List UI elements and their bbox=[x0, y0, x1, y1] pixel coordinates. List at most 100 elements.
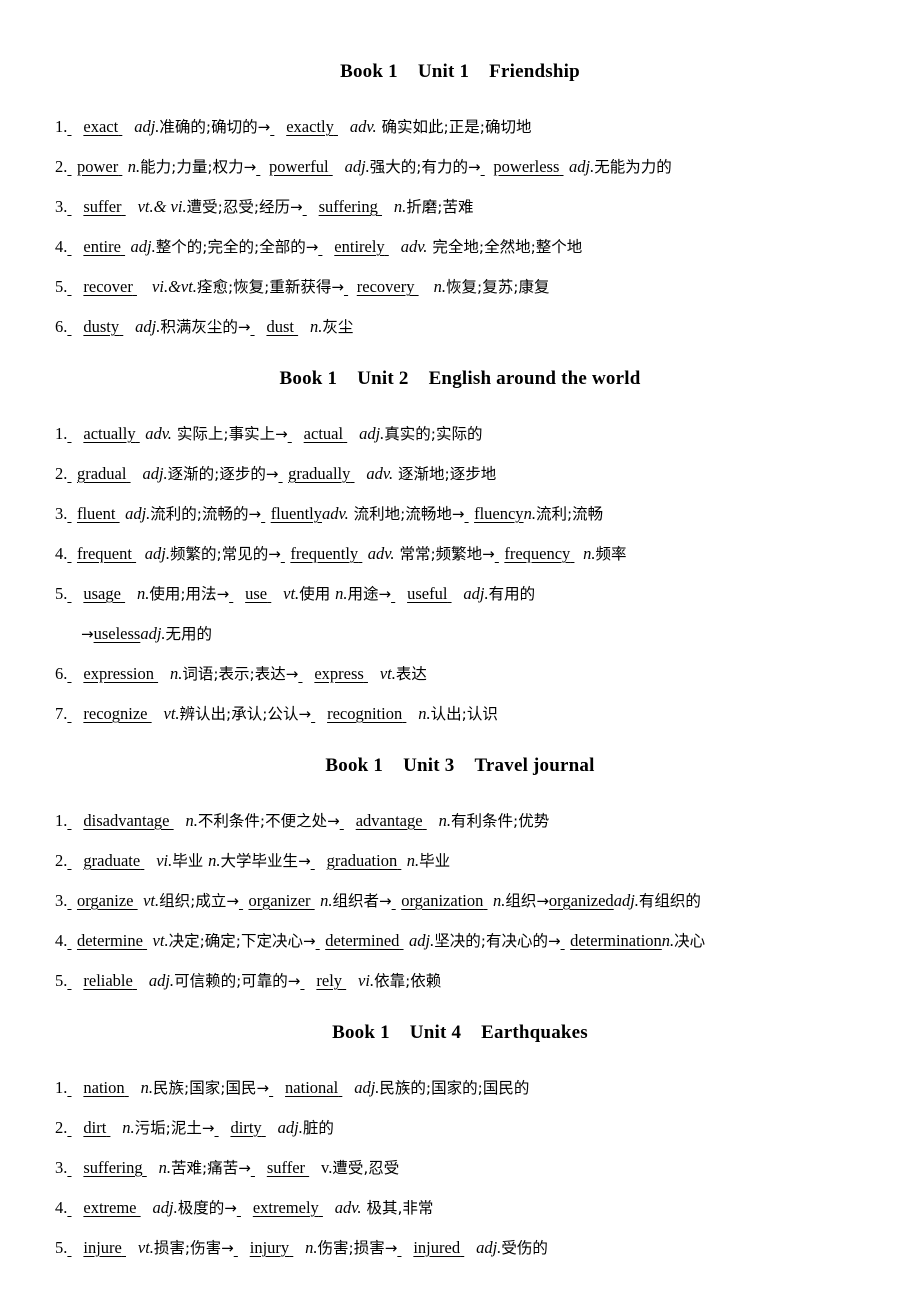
answer-blank[interactable]: recover bbox=[83, 277, 132, 296]
answer-blank[interactable]: rely bbox=[316, 971, 342, 990]
chinese-gloss: 毕业 bbox=[419, 851, 451, 870]
answer-blank[interactable]: frequency bbox=[504, 544, 570, 563]
blank-rule-left bbox=[214, 1108, 230, 1148]
answer-blank[interactable]: recognize bbox=[83, 704, 147, 723]
part-of-speech: vt. bbox=[143, 890, 160, 910]
heading-spacer bbox=[55, 777, 865, 801]
blank-rule-left bbox=[261, 494, 271, 534]
answer-blank[interactable]: actually bbox=[83, 424, 135, 443]
blank-rule-left bbox=[340, 801, 356, 841]
entry-number: 1. bbox=[55, 116, 68, 136]
word-entry: 4. entire adj.整个的;完全的;全部的→ entirely adv.… bbox=[55, 227, 865, 267]
chinese-gloss: 流利;流畅 bbox=[535, 504, 604, 523]
answer-blank[interactable]: dusty bbox=[83, 317, 119, 336]
answer-blank[interactable]: advantage bbox=[356, 811, 423, 830]
blank-rule-left bbox=[67, 921, 77, 961]
derivation-arrow-icon: → bbox=[378, 584, 392, 603]
blank-rule-right bbox=[119, 307, 135, 347]
chinese-gloss: 不利条件;不便之处 bbox=[197, 811, 328, 830]
answer-blank[interactable]: gradually bbox=[288, 464, 350, 483]
answer-blank[interactable]: fluently bbox=[271, 504, 322, 523]
answer-blank[interactable]: national bbox=[285, 1078, 338, 1097]
answer-blank[interactable]: injured bbox=[413, 1238, 460, 1257]
blank-rule-left bbox=[67, 881, 77, 921]
part-of-speech: adj. bbox=[152, 1197, 178, 1217]
heading-spacer bbox=[55, 390, 865, 414]
answer-blank[interactable]: suffering bbox=[319, 197, 378, 216]
chinese-gloss: 使用;用法 bbox=[149, 584, 217, 603]
answer-blank[interactable]: nation bbox=[83, 1078, 124, 1097]
derivation-arrow-icon: → bbox=[451, 504, 465, 523]
answer-blank[interactable]: usage bbox=[83, 584, 121, 603]
derivation-arrow-icon: → bbox=[221, 1238, 234, 1257]
entry-number: 4. bbox=[55, 236, 68, 256]
chinese-gloss: 使用 bbox=[299, 584, 336, 603]
part-of-speech: n. bbox=[661, 930, 675, 950]
answer-blank[interactable]: recognition bbox=[327, 704, 402, 723]
blank-rule-left bbox=[270, 107, 286, 147]
answer-blank[interactable]: useful bbox=[407, 584, 447, 603]
derivation-arrow-icon: → bbox=[547, 931, 561, 950]
part-of-speech: adj. bbox=[135, 316, 161, 336]
answer-blank[interactable]: powerless bbox=[493, 157, 559, 176]
blank-rule-left bbox=[397, 1228, 413, 1268]
chinese-gloss: 准确的;确切的 bbox=[159, 117, 258, 136]
answer-blank[interactable]: dust bbox=[266, 317, 294, 336]
answer-blank[interactable]: useless bbox=[94, 624, 141, 643]
answer-blank[interactable]: injure bbox=[83, 1238, 122, 1257]
blank-rule-right bbox=[319, 1188, 335, 1228]
answer-blank[interactable]: frequent bbox=[77, 544, 132, 563]
answer-blank[interactable]: fluency bbox=[474, 504, 523, 523]
answer-blank[interactable]: express bbox=[314, 664, 363, 683]
answer-blank[interactable]: disadvantage bbox=[83, 811, 169, 830]
blank-rule-left bbox=[464, 494, 474, 534]
derivation-arrow-icon: → bbox=[298, 851, 311, 870]
answer-blank[interactable]: exact bbox=[83, 117, 118, 136]
answer-blank[interactable]: gradual bbox=[77, 464, 126, 483]
answer-blank[interactable]: exactly bbox=[286, 117, 334, 136]
answer-blank[interactable]: powerful bbox=[269, 157, 329, 176]
answer-blank[interactable]: dirt bbox=[83, 1118, 106, 1137]
part-of-speech: adj. bbox=[359, 423, 385, 443]
entry-number: 5. bbox=[55, 276, 68, 296]
answer-blank[interactable]: organizer bbox=[249, 891, 311, 910]
chinese-gloss: 恢复;复苏;康复 bbox=[446, 277, 550, 296]
answer-blank[interactable]: suffering bbox=[83, 1158, 142, 1177]
answer-blank[interactable]: reliable bbox=[83, 971, 132, 990]
answer-blank[interactable]: determined bbox=[325, 931, 399, 950]
answer-blank[interactable]: extreme bbox=[83, 1198, 136, 1217]
answer-blank[interactable]: frequently bbox=[290, 544, 358, 563]
answer-blank[interactable]: determination bbox=[570, 931, 662, 950]
answer-blank[interactable]: determine bbox=[77, 931, 143, 950]
answer-blank[interactable]: organization bbox=[401, 891, 483, 910]
heading-book: Book 1 bbox=[332, 1021, 390, 1043]
answer-blank[interactable]: organize bbox=[77, 891, 134, 910]
chinese-gloss: 民族的;国家的;国民的 bbox=[379, 1078, 530, 1097]
word-entry: 2. gradual adj.逐渐的;逐步的→ gradually adv. 逐… bbox=[55, 454, 865, 494]
chinese-gloss: 辨认出;承认;公认 bbox=[179, 704, 299, 723]
answer-blank[interactable]: actual bbox=[304, 424, 343, 443]
answer-blank[interactable]: fluent bbox=[77, 504, 116, 523]
answer-blank[interactable]: graduate bbox=[83, 851, 140, 870]
answer-blank[interactable]: entirely bbox=[334, 237, 384, 256]
chinese-gloss: 实际上;事实上 bbox=[171, 424, 276, 443]
answer-blank[interactable]: entire bbox=[83, 237, 121, 256]
chinese-gloss: 完全地;全然地;整个地 bbox=[427, 237, 583, 256]
answer-blank[interactable]: organized bbox=[549, 891, 614, 910]
answer-blank[interactable]: suffer bbox=[267, 1158, 305, 1177]
answer-blank[interactable]: expression bbox=[83, 664, 154, 683]
answer-blank[interactable]: power bbox=[77, 157, 118, 176]
answer-blank[interactable]: suffer bbox=[83, 197, 121, 216]
answer-blank[interactable]: dirty bbox=[230, 1118, 261, 1137]
part-of-speech: adv. bbox=[349, 116, 377, 136]
answer-blank[interactable]: injury bbox=[250, 1238, 289, 1257]
answer-blank[interactable]: use bbox=[245, 584, 267, 603]
part-of-speech: n. bbox=[122, 1117, 135, 1137]
part-of-speech: adj. bbox=[148, 970, 175, 990]
heading-spacer bbox=[55, 83, 865, 107]
answer-blank[interactable]: extremely bbox=[253, 1198, 319, 1217]
answer-blank[interactable]: graduation bbox=[327, 851, 398, 870]
blank-rule-left bbox=[67, 1108, 83, 1148]
answer-blank[interactable]: recovery bbox=[357, 277, 415, 296]
blank-rule-right bbox=[121, 574, 137, 614]
